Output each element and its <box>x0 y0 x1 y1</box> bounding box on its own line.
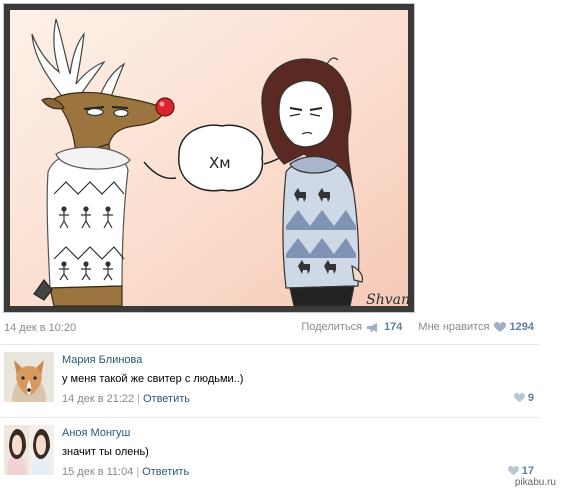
post-date[interactable]: 14 дек в 10:20 <box>4 322 76 334</box>
comment-footer: 14 дек в 21:22 | Ответить <box>62 393 191 405</box>
heart-icon <box>513 393 525 403</box>
share-link[interactable]: Поделиться <box>301 321 362 333</box>
heart-icon <box>507 466 519 476</box>
divider <box>0 344 540 345</box>
avatar[interactable] <box>4 425 54 475</box>
speech-bubble-text: Хм <box>209 154 231 172</box>
comment-like-button[interactable]: 9 <box>513 392 534 404</box>
share-count: 174 <box>384 321 403 333</box>
heart-icon[interactable] <box>493 321 506 333</box>
comment-text: значит ты олень) <box>62 446 149 458</box>
reply-button[interactable]: Ответить <box>143 393 190 405</box>
like-count: 1294 <box>509 321 534 333</box>
comment-author[interactable]: Мария Блинова <box>62 354 142 366</box>
post-image[interactable]: Хм Shvan <box>3 3 415 313</box>
comment-text: у меня такой же свитер с людьми..) <box>62 373 244 385</box>
avatar[interactable] <box>4 352 54 402</box>
comment-date[interactable]: 15 дек в 11:04 <box>62 466 133 478</box>
comment-date[interactable]: 14 дек в 21:22 <box>62 393 134 405</box>
like-link[interactable]: Мне нравится <box>418 321 489 333</box>
watermark: pikabu.ru <box>511 476 559 489</box>
reply-button[interactable]: Ответить <box>142 466 189 478</box>
share-megaphone-icon[interactable] <box>366 321 380 333</box>
comment: Аноя Монгуш значит ты олень) 15 дек в 11… <box>0 419 540 489</box>
comment-author[interactable]: Аноя Монгуш <box>62 427 130 439</box>
comment: Мария Блинова у меня такой же свитер с л… <box>0 346 540 416</box>
artist-signature: Shvan <box>366 292 410 308</box>
comment-footer: 15 дек в 11:04 | Ответить <box>62 466 190 478</box>
divider <box>0 417 540 418</box>
post-actions: Поделиться 174 Мне нравится 1294 <box>301 321 534 333</box>
comic-illustration: Хм <box>4 4 414 312</box>
comment-like-count: 9 <box>527 392 534 404</box>
post-meta: 14 дек в 10:20 Поделиться 174 Мне нравит… <box>4 316 540 340</box>
